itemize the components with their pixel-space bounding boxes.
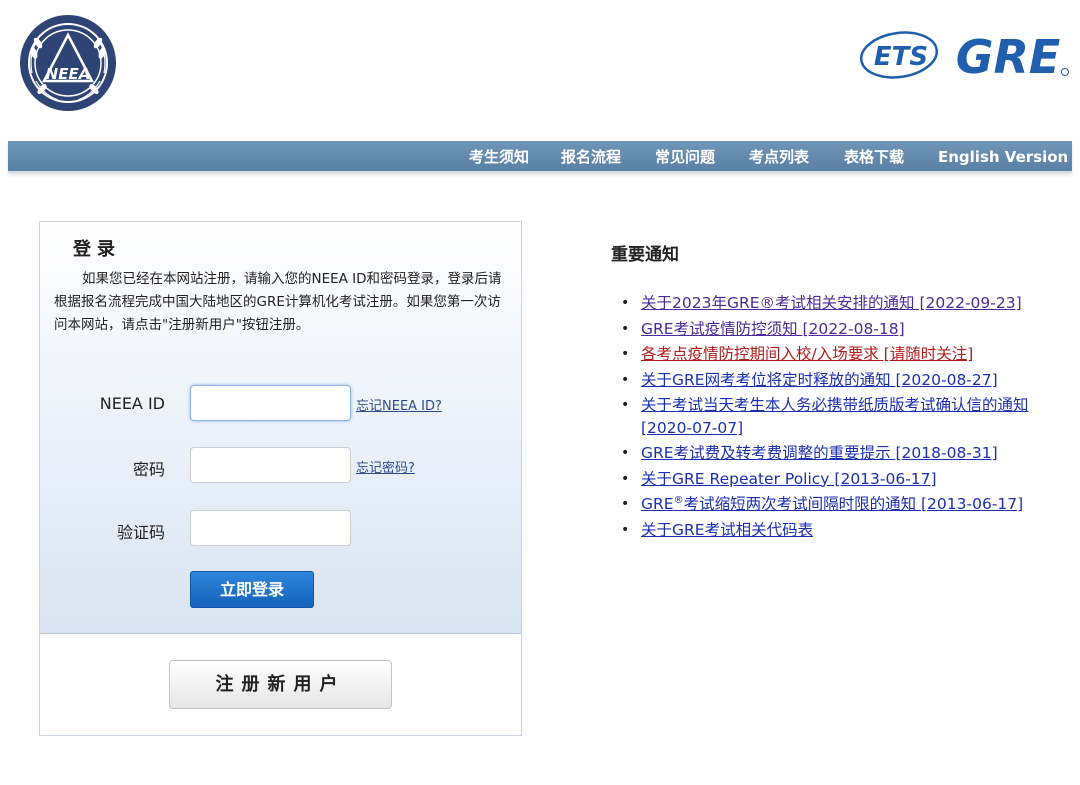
notice-list: • 关于2023年GRE®考试相关安排的通知 [2022-09-23] • GR… [621, 292, 1071, 541]
password-input[interactable] [190, 447, 351, 483]
login-description: 如果您已经在本网站注册，请输入您的NEEA ID和密码登录，登录后请根据报名流程… [54, 271, 502, 333]
bullet-icon: • [621, 346, 630, 362]
registered-mark: ® [673, 494, 684, 506]
list-item: • 关于考试当天考生本人务必携带纸质版考试确认信的通知 [2020-07-07] [621, 394, 1071, 439]
notice-link[interactable]: GRE考试费及转考费调整的重要提示 [2018-08-31] [641, 444, 998, 462]
svg-text:NEEA: NEEA [46, 65, 91, 83]
nav-item-candidate-notice[interactable]: 考生须知 [469, 141, 529, 173]
login-title: 登录 [73, 239, 121, 260]
login-form-area: 登录 如果您已经在本网站注册，请输入您的NEEA ID和密码登录，登录后请根据报… [40, 222, 521, 634]
notice-link[interactable]: GRE®考试缩短两次考试间隔时限的通知 [2013-06-17] [641, 495, 1023, 513]
notice-link[interactable]: 关于GRE考试相关代码表 [641, 521, 813, 539]
list-item: • 关于GRE考试相关代码表 [621, 519, 1071, 542]
login-panel: 登录 如果您已经在本网站注册，请输入您的NEEA ID和密码登录，登录后请根据报… [39, 221, 522, 736]
forgot-neea-id-link[interactable]: 忘记NEEA ID? [356, 395, 442, 414]
bullet-icon: • [621, 371, 630, 388]
password-label: 密码 [132, 460, 165, 479]
list-item: • 各考点疫情防控期间入校/入场要求 [请随时关注] [621, 343, 1071, 366]
list-item: • GRE考试疫情防控须知 [2022-08-18] [621, 318, 1071, 341]
bullet-icon: • [621, 521, 630, 538]
list-item: • GRE考试费及转考费调整的重要提示 [2018-08-31] [621, 442, 1071, 465]
bullet-icon: • [621, 295, 630, 311]
notice-link[interactable]: 关于GRE Repeater Policy [2013-06-17] [641, 470, 937, 488]
notice-link[interactable]: 关于2023年GRE®考试相关安排的通知 [2022-09-23] [641, 294, 1022, 312]
bullet-icon: • [621, 496, 630, 512]
svg-text:GRE: GRE [956, 30, 1061, 84]
notice-link[interactable]: 各考点疫情防控期间入校/入场要求 [请随时关注] [641, 345, 973, 363]
notice-link-prefix: GRE [641, 495, 674, 513]
bullet-icon: • [621, 470, 630, 487]
bullet-icon: • [621, 445, 630, 461]
important-notices-title: 重要通知 [611, 245, 679, 265]
nav-item-test-centers[interactable]: 考点列表 [749, 141, 809, 173]
captcha-label: 验证码 [116, 523, 165, 542]
nav-item-faq[interactable]: 常见问题 [655, 141, 715, 173]
bullet-icon: • [621, 397, 630, 413]
svg-text:ETS: ETS [874, 42, 928, 72]
register-new-user-button[interactable]: 注册新用户 [169, 660, 392, 709]
top-navbar: 考生须知 报名流程 常见问题 考点列表 表格下载 English Version [8, 141, 1072, 173]
neea-logo: NEEA [18, 13, 118, 113]
captcha-input[interactable] [190, 510, 351, 546]
neea-id-input[interactable] [190, 385, 351, 421]
ets-gre-logo: ETS GRE [858, 28, 1078, 88]
notice-link[interactable]: 关于GRE网考考位将定时释放的通知 [2020-08-27] [641, 371, 998, 389]
notice-link-suffix: 考试缩短两次考试间隔时限的通知 [2013-06-17] [683, 495, 1024, 513]
neea-id-label: NEEA ID [99, 394, 165, 413]
nav-item-forms-download[interactable]: 表格下载 [844, 141, 904, 173]
list-item: • GRE®考试缩短两次考试间隔时限的通知 [2013-06-17] [621, 493, 1071, 516]
bullet-icon: • [621, 320, 630, 337]
list-item: • 关于GRE网考考位将定时释放的通知 [2020-08-27] [621, 369, 1071, 392]
forgot-password-link[interactable]: 忘记密码? [356, 457, 415, 476]
list-item: • 关于GRE Repeater Policy [2013-06-17] [621, 468, 1071, 491]
nav-item-english-version[interactable]: English Version [938, 141, 1068, 173]
nav-item-registration-process[interactable]: 报名流程 [561, 141, 621, 173]
notice-link[interactable]: GRE考试疫情防控须知 [2022-08-18] [641, 320, 905, 338]
list-item: • 关于2023年GRE®考试相关安排的通知 [2022-09-23] [621, 292, 1071, 315]
notice-link[interactable]: 关于考试当天考生本人务必携带纸质版考试确认信的通知 [2020-07-07] [641, 396, 1029, 437]
login-button[interactable]: 立即登录 [190, 571, 314, 608]
